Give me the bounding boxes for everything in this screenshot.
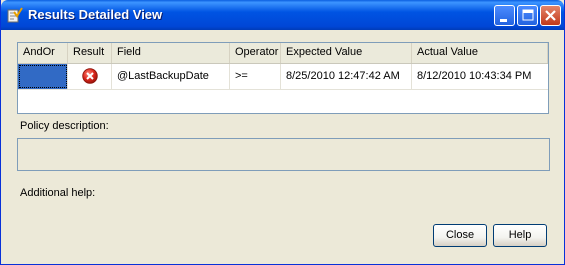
column-header-result[interactable]: Result bbox=[68, 43, 112, 63]
cell-actual-value[interactable]: 8/12/2010 10:43:34 PM bbox=[412, 64, 548, 89]
policy-description-field[interactable] bbox=[17, 138, 550, 171]
window-title: Results Detailed View bbox=[28, 7, 163, 22]
table-row[interactable]: @LastBackupDate >= 8/25/2010 12:47:42 AM… bbox=[18, 64, 548, 90]
maximize-icon bbox=[522, 9, 534, 21]
column-header-expected-value[interactable]: Expected Value bbox=[281, 43, 412, 63]
results-grid[interactable]: AndOr Result Field Operator Expected Val… bbox=[17, 42, 549, 114]
close-window-button[interactable] bbox=[540, 5, 561, 26]
minimize-icon bbox=[500, 19, 507, 22]
help-button[interactable]: Help bbox=[493, 224, 547, 247]
policy-check-icon bbox=[7, 7, 23, 23]
policy-description-label: Policy description: bbox=[20, 120, 109, 132]
close-button[interactable]: Close bbox=[433, 224, 487, 247]
cell-operator[interactable]: >= bbox=[230, 64, 281, 89]
cell-andor[interactable] bbox=[18, 64, 68, 89]
cell-result[interactable] bbox=[68, 64, 112, 89]
title-bar[interactable]: Results Detailed View bbox=[1, 0, 564, 30]
column-header-field[interactable]: Field bbox=[112, 43, 230, 63]
column-header-actual-value[interactable]: Actual Value bbox=[412, 43, 548, 63]
results-detailed-view-window: Results Detailed View AndOr Result Field… bbox=[0, 0, 565, 265]
column-header-operator[interactable]: Operator bbox=[230, 43, 281, 63]
maximize-button[interactable] bbox=[517, 5, 538, 26]
cell-field[interactable]: @LastBackupDate bbox=[112, 64, 230, 89]
additional-help-label: Additional help: bbox=[20, 187, 96, 199]
cell-expected-value[interactable]: 8/25/2010 12:47:42 AM bbox=[281, 64, 412, 89]
column-header-andor[interactable]: AndOr bbox=[18, 43, 68, 63]
close-icon bbox=[545, 10, 556, 21]
minimize-button[interactable] bbox=[494, 5, 515, 26]
error-icon bbox=[82, 68, 98, 84]
grid-header: AndOr Result Field Operator Expected Val… bbox=[18, 43, 548, 64]
